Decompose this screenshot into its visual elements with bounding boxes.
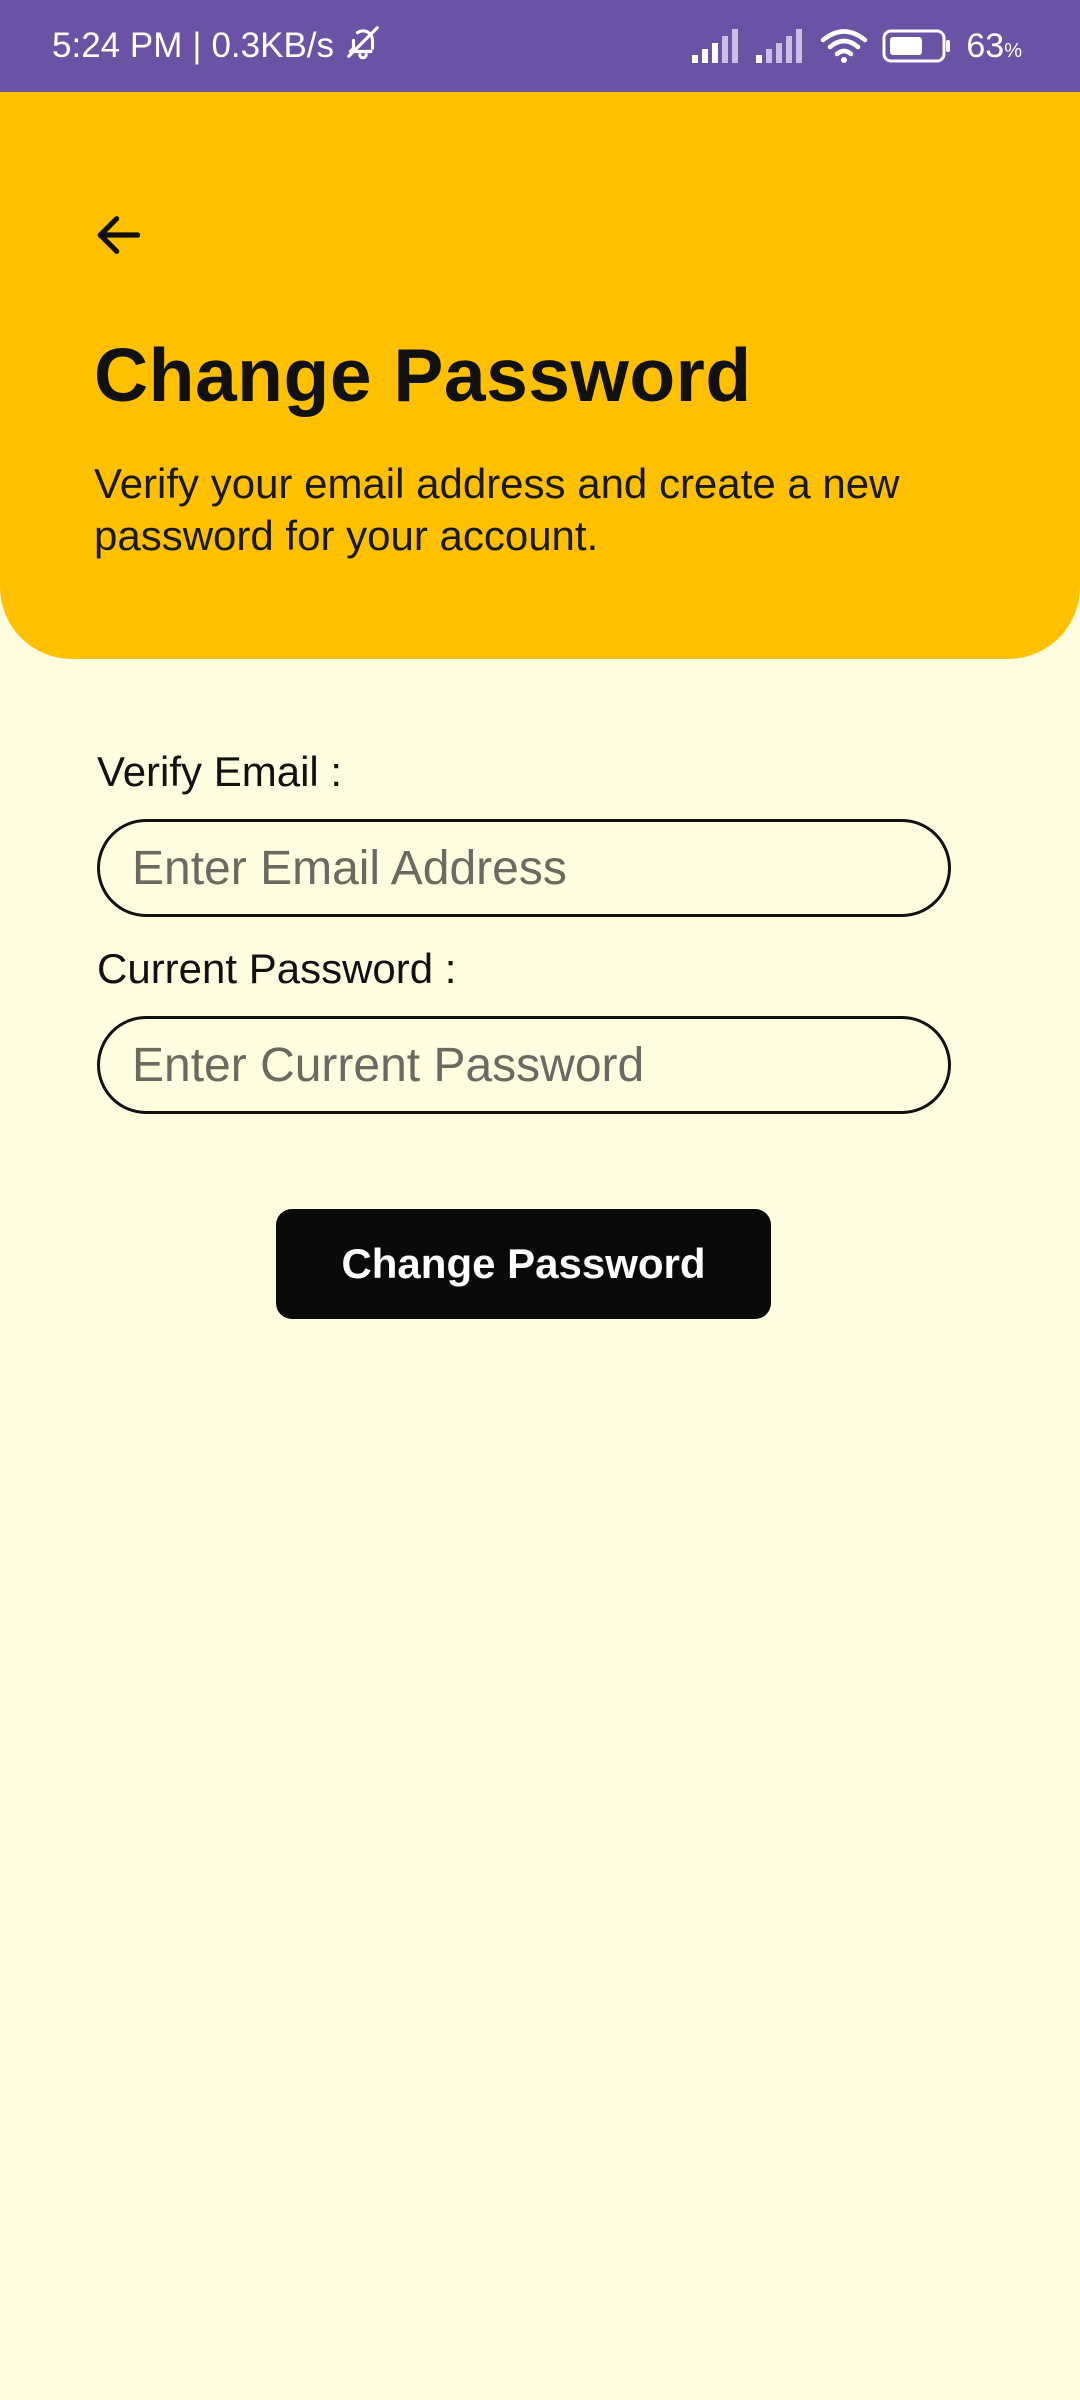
bell-muted-icon [344, 23, 382, 70]
current-password-label: Current Password : [97, 945, 457, 992]
status-time: 5:24 PM [52, 26, 183, 65]
status-left: 5:24 PM | 0.3KB/s [52, 23, 382, 70]
battery-percent: 63% [966, 26, 1022, 65]
status-bar: 5:24 PM | 0.3KB/s 63% [0, 0, 1080, 92]
signal-icon [756, 29, 806, 63]
page-subtitle: Verify your email address and create a n… [94, 460, 900, 559]
wifi-icon [820, 27, 868, 65]
status-separator: | [192, 26, 202, 65]
page-title: Change Password [94, 333, 752, 417]
current-password-field[interactable] [97, 1016, 951, 1114]
status-right: 63% [692, 27, 1022, 66]
email-label: Verify Email : [97, 748, 343, 795]
network-speed: 0.3KB/s [211, 26, 335, 65]
header-panel: Change Password Verify your email addres… [0, 92, 1080, 659]
back-button[interactable] [84, 202, 154, 272]
email-field[interactable] [97, 819, 951, 917]
battery-icon [882, 29, 952, 63]
change-password-button[interactable]: Change Password [276, 1209, 771, 1319]
signal-icon [692, 29, 742, 63]
arrow-left-icon [91, 207, 147, 268]
